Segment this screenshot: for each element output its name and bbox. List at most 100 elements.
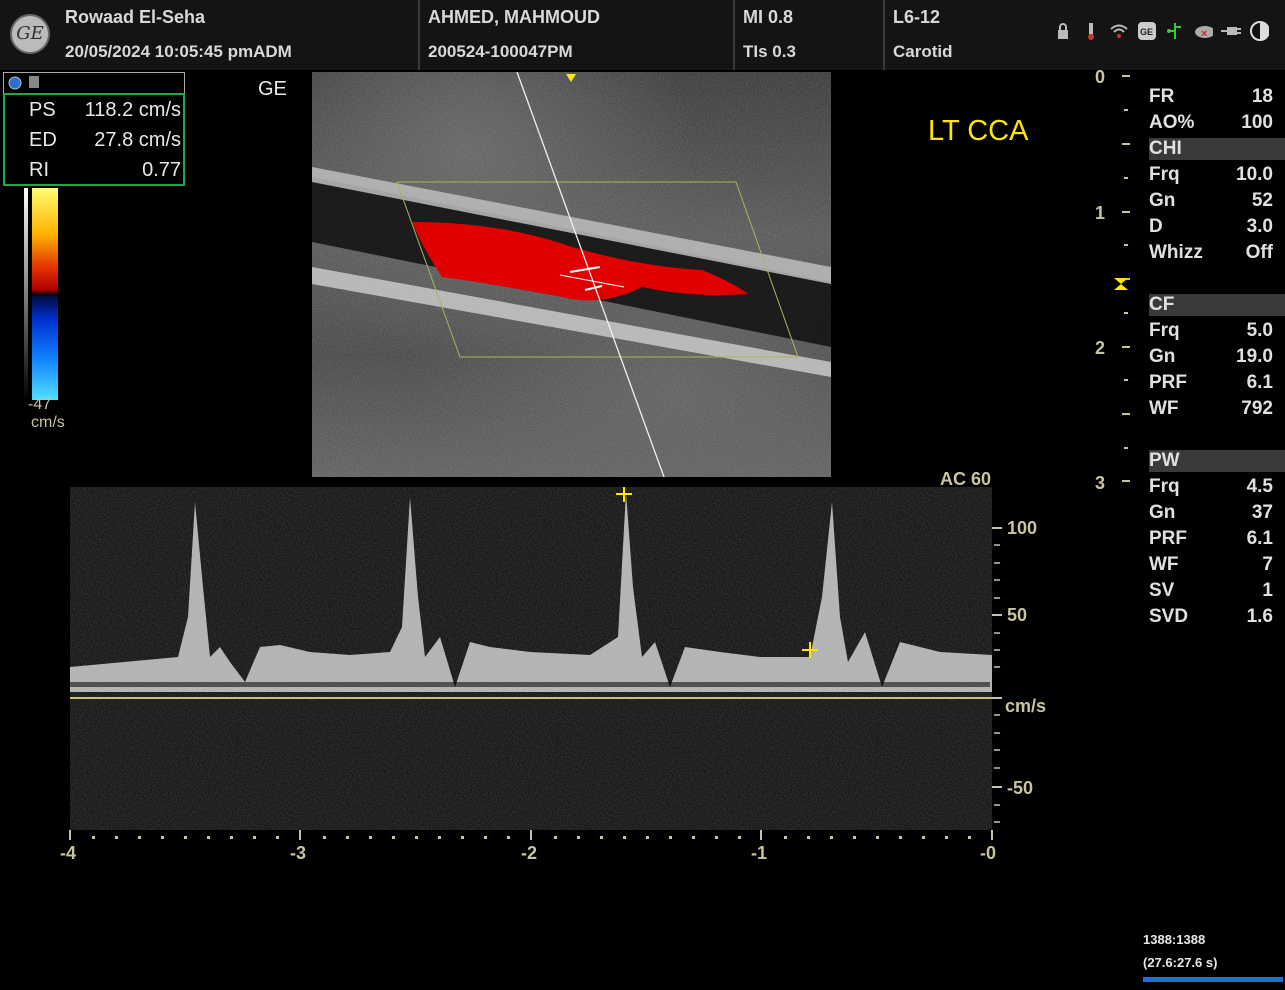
measurement-label: PS — [29, 99, 56, 121]
depth-label: 3 — [1095, 473, 1106, 493]
exam-datetime: 20/05/2024 10:05:45 pmADM — [65, 42, 292, 61]
measurement-value: 27.8 cm/s — [94, 129, 181, 151]
param-value: 1 — [1262, 580, 1273, 601]
param-cf-gn: Gn 19.0 — [1149, 346, 1273, 372]
time-scale — [69, 830, 993, 840]
header-index-cell: MI 0.8 TIs 0.3 — [735, 0, 885, 70]
param-label: Frq — [1149, 476, 1180, 497]
header-site-cell: GE Rowaad El-Seha 20/05/2024 10:05:45 pm… — [0, 0, 420, 70]
param-label: WF — [1149, 554, 1179, 575]
velocity-tick-label: 100 — [1007, 518, 1038, 538]
param-label: Frq — [1149, 164, 1180, 185]
probe-name: L6-12 — [893, 7, 941, 27]
param-chi-whizz: Whizz Off — [1149, 242, 1273, 268]
param-pw-gn: Gn 37 — [1149, 502, 1273, 528]
param-value: 6.1 — [1246, 372, 1273, 393]
param-label: AO% — [1149, 112, 1195, 133]
header-bar: GE Rowaad El-Seha 20/05/2024 10:05:45 pm… — [0, 0, 1285, 70]
cine-time-counter: (27.6:27.6 s) — [1143, 955, 1218, 970]
depth-label: 1 — [1095, 203, 1106, 223]
param-value: Off — [1245, 242, 1273, 263]
param-label: PRF — [1149, 372, 1187, 393]
param-label: WF — [1149, 398, 1179, 419]
param-label: Frq — [1149, 320, 1180, 341]
param-fr: FR 18 — [1149, 86, 1273, 112]
bmode-drawing — [312, 72, 831, 477]
mechanical-index: MI 0.8 — [743, 7, 794, 27]
velocity-unit-label: cm/s — [1005, 696, 1047, 716]
time-tick-label: -1 — [751, 843, 768, 863]
param-value: 10.0 — [1236, 164, 1273, 185]
param-label: FR — [1149, 86, 1175, 107]
ge-logo-icon: GE — [10, 14, 50, 54]
param-label: PRF — [1149, 528, 1187, 549]
param-label: Gn — [1149, 502, 1176, 523]
param-pw-frq: Frq 4.5 — [1149, 476, 1273, 502]
velocity-tick-label: -50 — [1007, 778, 1034, 798]
patient-name: AHMED, MAHMOUD — [428, 7, 600, 27]
svg-text:GE: GE — [1140, 27, 1153, 37]
color-scale-unit: cm/s — [31, 414, 65, 431]
spectral-drawing — [70, 487, 992, 830]
param-value: 37 — [1251, 502, 1273, 523]
color-scale-min: -47 — [28, 396, 52, 413]
wifi-icon — [1109, 20, 1129, 42]
param-pw-prf: PRF 6.1 — [1149, 528, 1273, 554]
param-value: 1.6 — [1246, 606, 1273, 627]
header-patient-cell[interactable]: AHMED, MAHMOUD 200524-100047PM — [420, 0, 735, 70]
param-label: SV — [1149, 580, 1175, 601]
plug-icon — [1221, 20, 1241, 42]
cloud-error-icon: × — [1193, 20, 1213, 42]
time-tick-label: -0 — [980, 843, 997, 863]
param-value: 6.1 — [1246, 528, 1273, 549]
measurement-value: 118.2 cm/s — [84, 99, 181, 121]
param-value: 18 — [1251, 86, 1273, 107]
network-icon — [1165, 20, 1185, 42]
brand-label: GE — [258, 78, 287, 100]
param-cf-frq: Frq 5.0 — [1149, 320, 1273, 346]
depth-scale — [1114, 75, 1130, 482]
param-chi-frq: Frq 10.0 — [1149, 164, 1273, 190]
param-value: 7 — [1262, 554, 1273, 575]
ge-icon: GE — [1137, 20, 1157, 42]
param-cf-prf: PRF 6.1 — [1149, 372, 1273, 398]
patient-id: 200524-100047PM — [428, 42, 573, 61]
thermal-index: TIs 0.3 — [743, 42, 796, 61]
vessel-annotation[interactable]: LT CCA — [928, 115, 1028, 148]
param-value: 4.5 — [1246, 476, 1273, 497]
measurement-panel: PS 118.2 cm/s ED 27.8 cm/s RI 0.77 — [3, 93, 185, 186]
time-tick-label: -4 — [60, 843, 77, 863]
cine-progress-bar[interactable] — [1143, 977, 1283, 982]
time-tick-label: -2 — [521, 843, 538, 863]
measurement-ps: PS 118.2 cm/s — [5, 99, 183, 127]
lock-icon — [1053, 20, 1073, 42]
status-icon-tray: GE × — [1053, 20, 1269, 42]
cf-section-header[interactable]: CF — [1149, 294, 1285, 316]
param-pw-wf: WF 7 — [1149, 554, 1273, 580]
param-pw-svd: SVD 1.6 — [1149, 606, 1273, 632]
depth-label: 2 — [1095, 338, 1106, 358]
half-circle-icon — [1249, 20, 1269, 42]
measurement-toggle-icon — [8, 76, 39, 90]
param-label: SVD — [1149, 606, 1189, 627]
param-label: Gn — [1149, 190, 1176, 211]
param-label: Whizz — [1149, 242, 1203, 263]
gray-scale-bar — [24, 188, 28, 400]
chi-section-header[interactable]: CHI — [1149, 138, 1285, 160]
spectral-doppler-trace[interactable] — [70, 487, 992, 830]
usb-icon — [1081, 20, 1101, 42]
preset-name: Carotid — [893, 42, 953, 61]
velocity-scale — [992, 527, 1002, 823]
param-label: Gn — [1149, 346, 1176, 367]
measurement-value: 0.77 — [142, 159, 181, 181]
bmode-image[interactable] — [312, 72, 831, 477]
time-tick-label: -3 — [290, 843, 307, 863]
pw-section-header[interactable]: PW — [1149, 450, 1285, 472]
measurement-header[interactable] — [3, 72, 185, 93]
velocity-tick-label: 50 — [1007, 605, 1028, 625]
param-chi-d: D 3.0 — [1149, 216, 1273, 242]
measurement-label: ED — [29, 129, 57, 151]
param-value: 5.0 — [1246, 320, 1273, 341]
color-velocity-bar — [32, 188, 58, 400]
param-chi-gn: Gn 52 — [1149, 190, 1273, 216]
